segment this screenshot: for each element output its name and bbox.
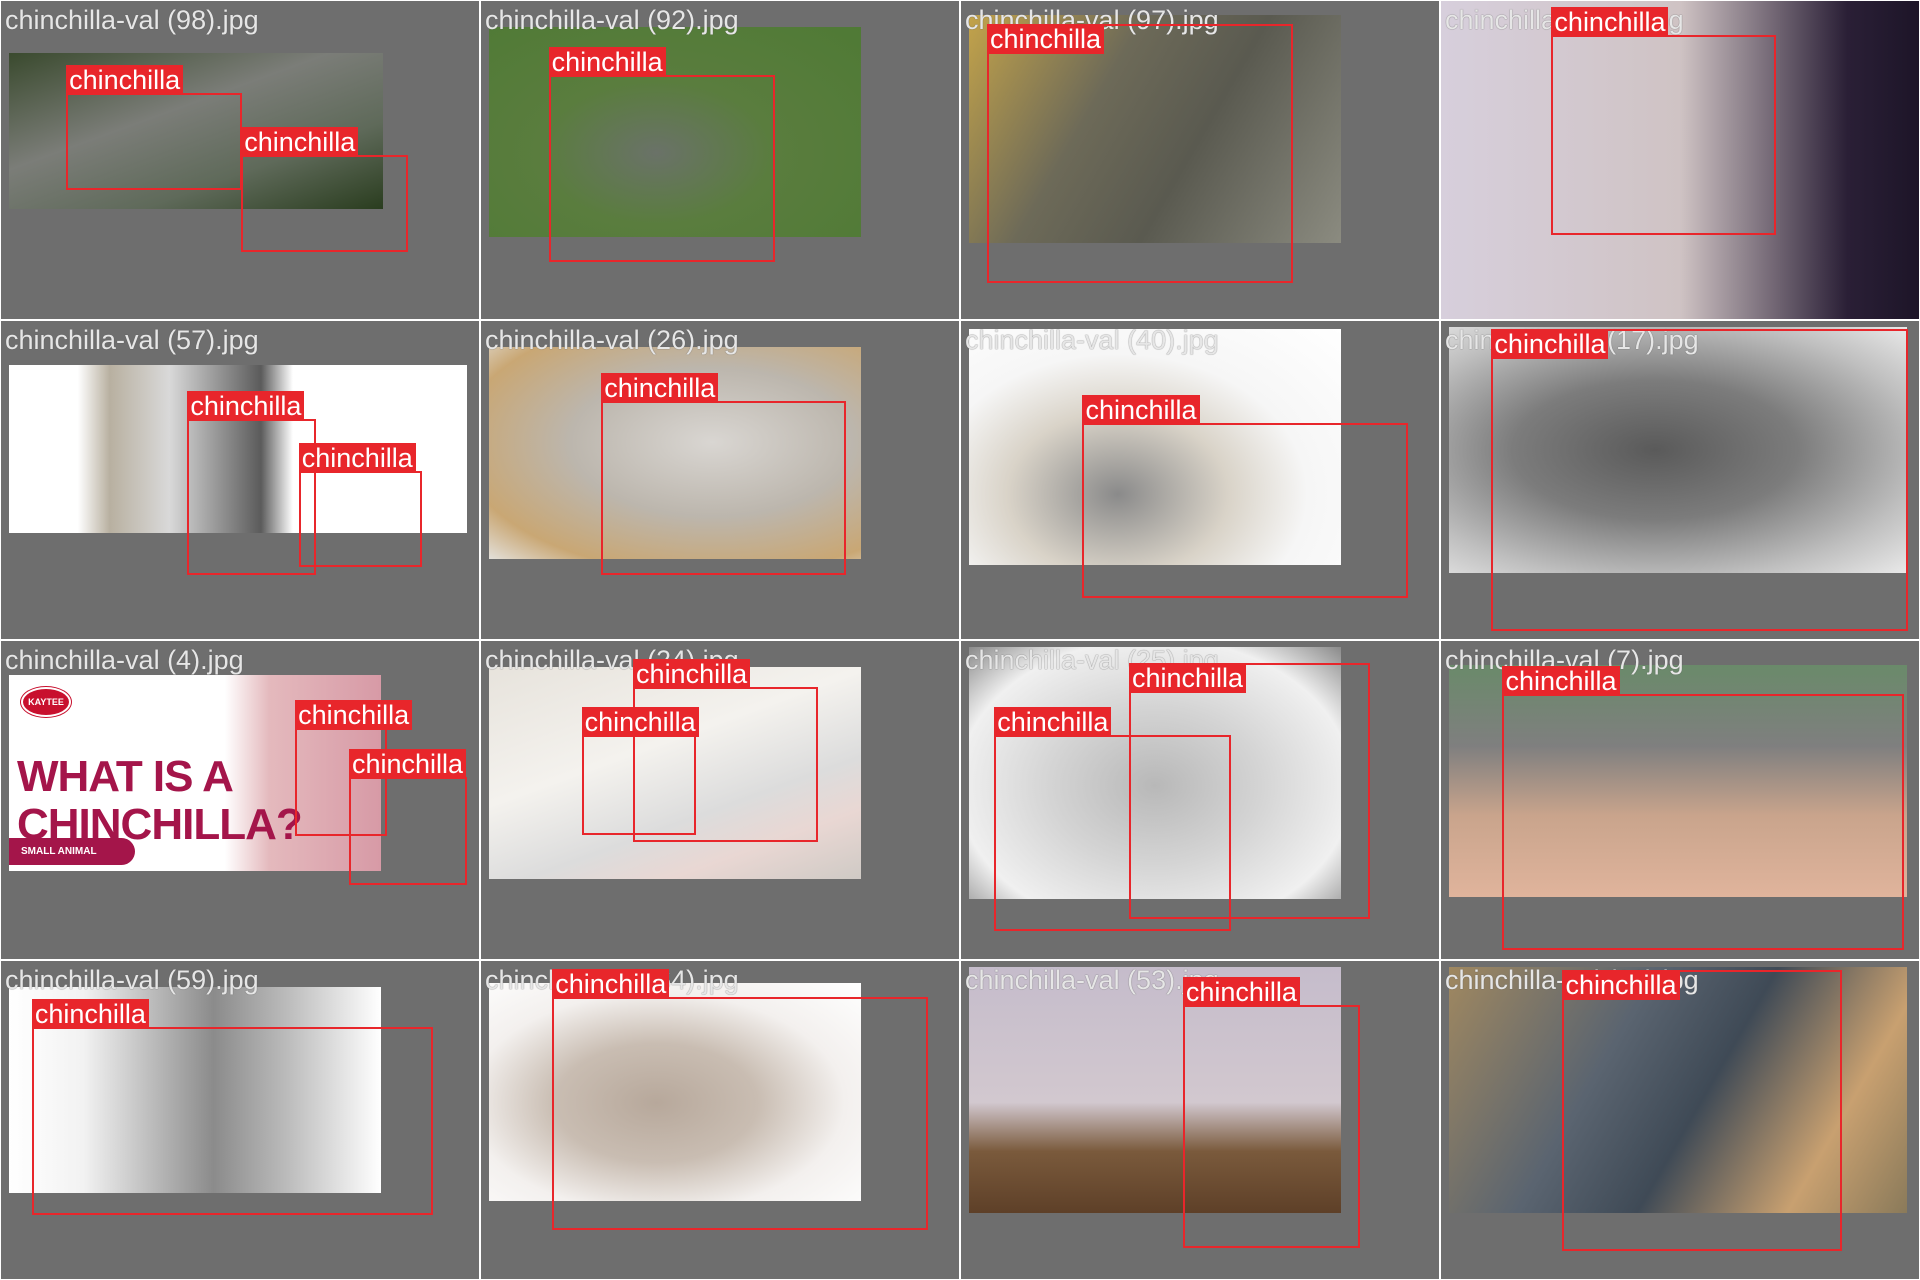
detection-box[interactable]: chinchilla [552, 969, 929, 1230]
detection-label: chinchilla [994, 707, 1112, 738]
image-tile[interactable]: chinchilla-val (40).jpg chinchilla [961, 321, 1439, 639]
detection-label: chinchilla [1182, 976, 1300, 1007]
detection-box[interactable]: chinchilla [66, 65, 243, 190]
image-filename: chinchilla-val (98).jpg [5, 5, 259, 35]
detection-label: chinchilla [552, 969, 670, 1000]
image-tile[interactable]: chinchilla-val (53).jpg chinchilla [961, 961, 1439, 1279]
image-tile[interactable]: chinchilla-val (17).jpgchinchilla [1441, 321, 1919, 639]
detection-box[interactable]: chinchilla [241, 127, 408, 253]
image-tile[interactable]: chinchilla-val (63).jpgchinchilla [1441, 961, 1919, 1279]
detection-label: chinchilla [1128, 663, 1247, 694]
detection-label: chinchilla [1562, 970, 1680, 1001]
image-filename: chinchilla-val (53).jpg [965, 965, 1219, 995]
detection-box[interactable]: chinchilla [601, 373, 847, 576]
image-tile[interactable]: chinchilla-val (64).jpgchinchilla [481, 961, 959, 1279]
detection-box[interactable]: chinchilla [348, 749, 467, 885]
detection-box[interactable]: chinchilla [581, 707, 699, 835]
promo-title: WHAT IS A CHINCHILLA? [17, 752, 303, 849]
detection-label: chinchilla [298, 443, 416, 474]
detection-box[interactable]: chinchilla [1182, 976, 1361, 1249]
image-tile[interactable]: chinchilla-val (24).jpg chinchilla chinchi… [481, 641, 959, 959]
image-tile[interactable]: chinchilla-val (26).jpg chinchilla [481, 321, 959, 639]
image-tile[interactable]: chinchilla-val (25).jpg chinchilla chinchi… [961, 641, 1439, 959]
detection-label: chinchilla [633, 658, 751, 689]
image-tile[interactable]: chinchilla-val (7).jpg chinchilla [1441, 641, 1919, 959]
image-filename: chinchilla-val (57).jpg [5, 325, 259, 355]
detection-label: chinchilla [241, 127, 359, 158]
detection-label: chinchilla [581, 707, 699, 738]
detection-label: chinchilla [548, 46, 666, 77]
image-filename: chinchilla-val (59).jpg [5, 965, 259, 995]
detection-label: chinchilla [31, 998, 149, 1029]
detection-label: chinchilla [1082, 395, 1200, 426]
detection-label: chinchilla [1551, 7, 1669, 38]
detection-label: chinchilla [601, 373, 719, 404]
image-filename: chinchilla-val (26).jpg [485, 325, 739, 355]
detection-label: chinchilla [187, 390, 305, 421]
image-tile[interactable]: chinchilla-val (9).jpgchinchilla [1441, 1, 1919, 319]
detection-box[interactable]: chinchilla [1562, 970, 1842, 1251]
image-tile[interactable]: chinchilla-val (57).jpg chinchilla chinchi… [1, 321, 479, 639]
image-filename: chinchilla-val (40).jpg [965, 325, 1219, 355]
promo-tag: SMALL ANIMAL [9, 838, 135, 865]
detection-box[interactable]: chinchilla [1551, 7, 1776, 235]
detection-box[interactable]: chinchilla [31, 998, 434, 1216]
detection-box[interactable]: chinchilla [548, 46, 776, 262]
detection-box[interactable]: chinchilla [986, 24, 1294, 283]
image-tile[interactable]: chinchilla-val (98).jpg chinchilla chinchi… [1, 1, 479, 319]
image-tile[interactable]: chinchilla-val (92).jpg chinchilla [481, 1, 959, 319]
detection-box[interactable]: chinchilla [1491, 329, 1908, 632]
image-tile[interactable]: chinchilla-val (97).jpg chinchilla [961, 1, 1439, 319]
detection-label: chinchilla [295, 700, 413, 731]
kaytee-logo: KAYTEE [21, 687, 71, 717]
image-tile[interactable]: KAYTEE WHAT IS A CHINCHILLA? SMALL ANIMAL c… [1, 641, 479, 959]
detection-label: chinchilla [66, 65, 184, 95]
detection-label: chinchilla [348, 749, 467, 780]
detection-box[interactable]: chinchilla [1082, 395, 1409, 599]
image-filename: chinchilla-val (92).jpg [485, 5, 739, 35]
detection-box[interactable]: chinchilla [187, 390, 316, 576]
detection-label: chinchilla [986, 24, 1104, 55]
image-filename: chinchilla-val (4).jpg [5, 645, 244, 675]
detection-box[interactable]: chinchilla [298, 443, 423, 567]
detection-label: chinchilla [1502, 665, 1620, 696]
image-tile[interactable]: chinchilla-val (59).jpg chinchilla [1, 961, 479, 1279]
detection-grid: chinchilla-val (98).jpg chinchilla chinchi… [0, 0, 1920, 1280]
detection-box[interactable]: chinchilla [1502, 665, 1905, 950]
detection-label: chinchilla [1491, 329, 1609, 360]
detection-box[interactable]: chinchilla [994, 707, 1231, 932]
